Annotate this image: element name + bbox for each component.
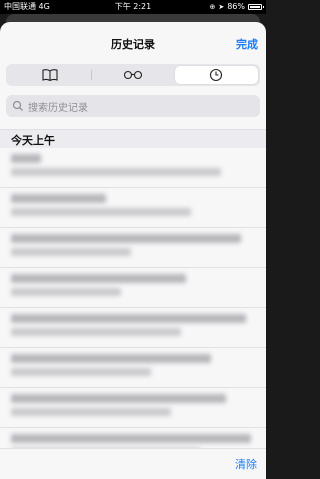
battery-icon: [248, 4, 264, 10]
section-title: 今天上午: [11, 134, 55, 147]
status-right: ⊕ ➤ 86%: [209, 0, 264, 14]
history-item[interactable]: [0, 308, 266, 348]
done-button[interactable]: 完成: [236, 36, 258, 52]
history-item[interactable]: [0, 388, 266, 428]
battery-percent: 86%: [227, 2, 245, 11]
status-bar: 中国联通 4G 下午 2:21 ⊕ ➤ 86%: [0, 0, 266, 14]
bottom-toolbar: 清除: [0, 448, 266, 479]
tab-history[interactable]: [174, 66, 258, 84]
book-icon: [42, 69, 58, 81]
history-list: [0, 148, 266, 468]
tab-reading-list[interactable]: [91, 66, 174, 84]
history-item[interactable]: [0, 188, 266, 228]
history-item[interactable]: [0, 228, 266, 268]
search-field[interactable]: 搜索历史记录: [6, 95, 260, 117]
clock-icon: [210, 68, 223, 82]
history-sheet: 历史记录 完成 搜索历史记录 今天上午 清除: [0, 22, 266, 479]
clear-button[interactable]: 清除: [235, 456, 257, 472]
history-item[interactable]: [0, 268, 266, 308]
segmented-control: [6, 64, 260, 86]
history-item[interactable]: [0, 348, 266, 388]
section-header: 今天上午: [0, 129, 266, 148]
location-icon: ➤: [218, 3, 225, 11]
page-title: 历史记录: [111, 38, 155, 51]
orientation-lock-icon: ⊕: [209, 3, 216, 11]
search-icon: [12, 100, 23, 111]
navigation-bar: 历史记录 完成: [0, 22, 266, 66]
history-item[interactable]: [0, 148, 266, 188]
tab-bookmarks[interactable]: [8, 66, 91, 84]
search-placeholder: 搜索历史记录: [28, 102, 88, 114]
glasses-icon: [123, 70, 143, 80]
